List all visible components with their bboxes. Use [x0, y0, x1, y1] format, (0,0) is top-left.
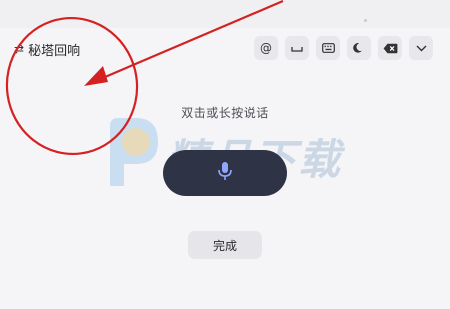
shuffle-icon: ⇄: [14, 41, 25, 56]
screen: ⇄ 秘塔回响 @ 双击或长按说话 完成: [0, 0, 450, 309]
backspace-icon: [383, 43, 398, 54]
keyboard-toolbar: @: [254, 36, 433, 60]
voice-input-button[interactable]: [163, 150, 287, 196]
suggestion-text: 秘塔回响: [28, 44, 81, 59]
keyboard-button[interactable]: [316, 36, 340, 60]
status-dot: [364, 19, 367, 22]
at-symbol-icon: @: [260, 41, 272, 55]
top-strip: [0, 0, 450, 28]
suggestion-item[interactable]: ⇄ 秘塔回响: [14, 40, 81, 60]
keyboard-icon: [321, 43, 335, 53]
voice-hint: 双击或长按说话: [181, 106, 269, 120]
done-button[interactable]: 完成: [188, 231, 262, 259]
space-button[interactable]: [285, 36, 309, 60]
backspace-button[interactable]: [378, 36, 402, 60]
done-label: 完成: [212, 238, 237, 253]
space-icon: [291, 43, 303, 53]
collapse-button[interactable]: [409, 36, 433, 60]
moon-icon: [353, 42, 365, 54]
microphone-icon: [217, 161, 233, 185]
theme-button[interactable]: [347, 36, 371, 60]
at-button[interactable]: @: [254, 36, 278, 60]
chevron-down-icon: [416, 45, 427, 52]
